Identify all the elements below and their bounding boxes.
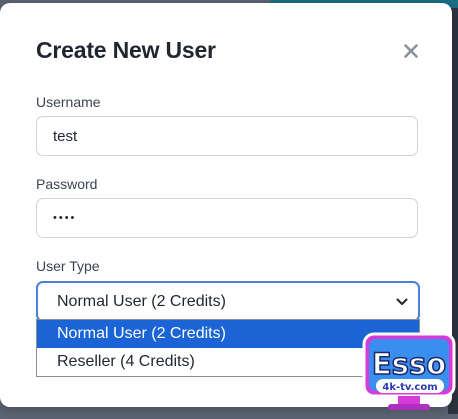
chevron-down-icon <box>396 298 408 305</box>
password-field[interactable]: •••• <box>36 198 418 238</box>
svg-text:4k-tv.com: 4k-tv.com <box>382 382 437 393</box>
option-label: Reseller (4 Credits) <box>57 353 195 370</box>
option-label: Normal User (2 Credits) <box>57 325 226 342</box>
svg-text:Esso: Esso <box>372 347 446 381</box>
esso-watermark-logo: Esso 4k-tv.com <box>360 330 458 414</box>
username-field[interactable]: test <box>36 116 418 156</box>
user-type-selected-value: Normal User (2 Credits) <box>57 292 226 310</box>
password-value: •••• <box>53 212 77 224</box>
password-label: Password <box>36 176 98 192</box>
user-type-select[interactable]: Normal User (2 Credits) <box>36 281 420 322</box>
user-type-label: User Type <box>36 258 100 274</box>
close-icon <box>404 44 418 58</box>
username-value: test <box>53 127 78 145</box>
close-button[interactable] <box>400 40 422 62</box>
modal-title: Create New User <box>36 37 216 63</box>
username-label: Username <box>36 94 101 110</box>
